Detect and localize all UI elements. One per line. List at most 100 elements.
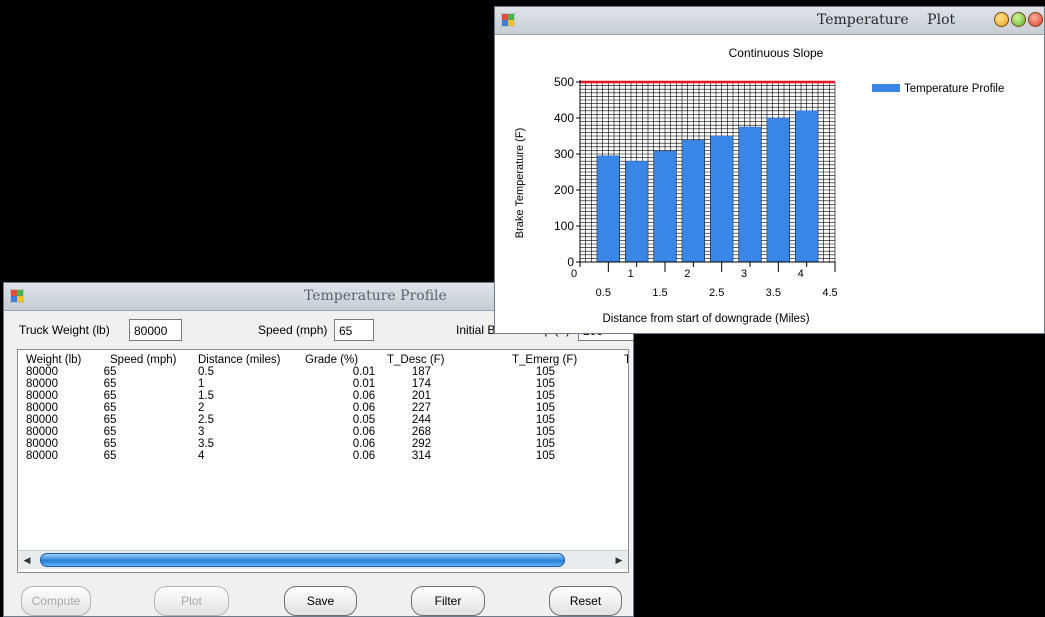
column-header[interactable]: T: [624, 354, 628, 366]
table-cell: 0.01: [352, 366, 376, 378]
plot-title-word-1: Temperature: [817, 12, 909, 28]
table-cell: 187: [411, 366, 431, 378]
table-cell: 4: [198, 450, 205, 462]
x-axis-label: Distance from start of downgrade (Miles): [602, 313, 809, 325]
results-listview[interactable]: Weight (lb) Speed (mph) Distance (miles)…: [17, 349, 629, 573]
horizontal-scrollbar[interactable]: ◀ ▶: [18, 550, 628, 569]
bar: [597, 155, 620, 263]
bar: [653, 150, 677, 263]
table-row[interactable]: 80000 65 1 0.01 174 105: [18, 378, 628, 390]
chart-title: Continuous Slope: [729, 46, 824, 60]
chart-legend: Temperature Profile: [872, 83, 1004, 95]
table-row[interactable]: 80000 65 3 0.06 268 105: [18, 426, 628, 438]
table-row[interactable]: 80000 65 1.5 0.06 201 105: [18, 390, 628, 402]
column-header[interactable]: Weight (lb): [26, 354, 81, 366]
table-cell: 0.06: [352, 390, 376, 402]
x-tick-label: 0: [571, 268, 577, 280]
y-tick-label: 200: [554, 183, 574, 197]
listview-body: 80000 65 0.5 0.01 187 105 80000 65 1 0.01 174 105 80…: [18, 366, 628, 462]
bar: [682, 140, 705, 263]
column-header[interactable]: T_Desc (F): [387, 354, 445, 366]
bar: [795, 110, 818, 263]
table-cell: 65: [103, 450, 117, 462]
table-cell: 314: [411, 450, 431, 462]
table-row[interactable]: 80000 65 4 0.06 314 105: [18, 450, 628, 462]
table-row[interactable]: 80000 65 2.5 0.05 244 105: [18, 414, 628, 426]
table-cell: 3.5: [198, 438, 214, 450]
table-row[interactable]: 80000 65 3.5 0.06 292 105: [18, 438, 628, 450]
table-cell: 80000: [26, 414, 58, 426]
table-cell: 80000: [26, 390, 58, 402]
plot-title-word-2: Plot: [927, 12, 956, 28]
y-tick-label: 500: [554, 75, 574, 89]
save-button[interactable]: Save: [284, 586, 357, 616]
bar: [625, 160, 648, 263]
x-tick-label: 1: [628, 268, 634, 280]
compute-button[interactable]: Compute: [21, 586, 91, 616]
table-cell: 2.5: [198, 414, 214, 426]
table-cell: 268: [411, 426, 431, 438]
table-cell: 80000: [26, 402, 58, 414]
close-button[interactable]: [1028, 12, 1043, 27]
table-cell: 227: [411, 402, 431, 414]
y-tick-label: 400: [554, 111, 574, 125]
filter-button[interactable]: Filter: [411, 586, 485, 616]
table-cell: 201: [411, 390, 431, 402]
scrollbar-thumb[interactable]: [40, 553, 565, 567]
app-icon: [10, 289, 24, 303]
table-cell: 65: [103, 438, 117, 450]
table-cell: 105: [535, 414, 555, 426]
reset-button[interactable]: Reset: [549, 586, 622, 616]
maximize-button[interactable]: [1011, 12, 1026, 27]
scroll-left-arrow-icon[interactable]: ◀: [20, 553, 34, 567]
table-row[interactable]: 80000 65 0.5 0.01 187 105: [18, 366, 628, 378]
x-tick-label: 4.5: [822, 287, 837, 299]
table-cell: 0.06: [352, 402, 376, 414]
truck-weight-label: Truck Weight (lb): [19, 323, 110, 337]
table-cell: 65: [103, 378, 117, 390]
table-cell: 0.5: [198, 366, 214, 378]
legend-label: Temperature Profile: [904, 83, 1004, 95]
table-cell: 3: [198, 426, 205, 438]
table-cell: 80000: [26, 438, 58, 450]
table-cell: 80000: [26, 366, 58, 378]
table-cell: 105: [535, 426, 555, 438]
table-cell: 1: [198, 378, 205, 390]
profile-window-title: Temperature Profile: [304, 288, 447, 304]
bar: [710, 135, 733, 263]
table-cell: 105: [535, 366, 555, 378]
table-cell: 65: [103, 414, 117, 426]
column-header[interactable]: Speed (mph): [110, 354, 176, 366]
x-tick-label: 1.5: [652, 287, 667, 299]
table-cell: 2: [198, 402, 205, 414]
speed-label: Speed (mph): [258, 323, 328, 337]
speed-input[interactable]: 65: [334, 319, 374, 341]
plot-window-title: Temperature Plot: [817, 12, 955, 28]
minimize-button[interactable]: [994, 12, 1009, 27]
table-cell: 0.01: [352, 378, 376, 390]
table-cell: 174: [411, 378, 431, 390]
temperature-plot-window: Temperature Plot Continuous Slope 0 100 20…: [494, 6, 1045, 334]
column-header[interactable]: Grade (%): [305, 354, 358, 366]
column-header[interactable]: T_Emerg (F): [512, 354, 577, 366]
column-header[interactable]: Distance (miles): [198, 354, 280, 366]
table-cell: 244: [411, 414, 431, 426]
table-cell: 65: [103, 366, 117, 378]
bar: [738, 126, 762, 263]
table-cell: 1.5: [198, 390, 214, 402]
app-icon: [501, 13, 515, 27]
table-cell: 0.06: [352, 450, 376, 462]
plot-titlebar[interactable]: Temperature Plot: [495, 7, 1044, 35]
y-axis-label: Brake Temperature (F): [514, 128, 526, 238]
scroll-right-arrow-icon[interactable]: ▶: [612, 553, 626, 567]
x-tick-label: 2.5: [709, 287, 724, 299]
table-cell: 80000: [26, 426, 58, 438]
table-row[interactable]: 80000 65 2 0.06 227 105: [18, 402, 628, 414]
plot-button[interactable]: Plot: [154, 586, 229, 616]
y-tick-label: 300: [554, 147, 574, 161]
bar: [767, 117, 790, 263]
listview-header: Weight (lb) Speed (mph) Distance (miles)…: [18, 354, 628, 366]
truck-weight-input[interactable]: 80000: [129, 319, 182, 341]
table-cell: 105: [535, 402, 555, 414]
table-cell: 65: [103, 402, 117, 414]
